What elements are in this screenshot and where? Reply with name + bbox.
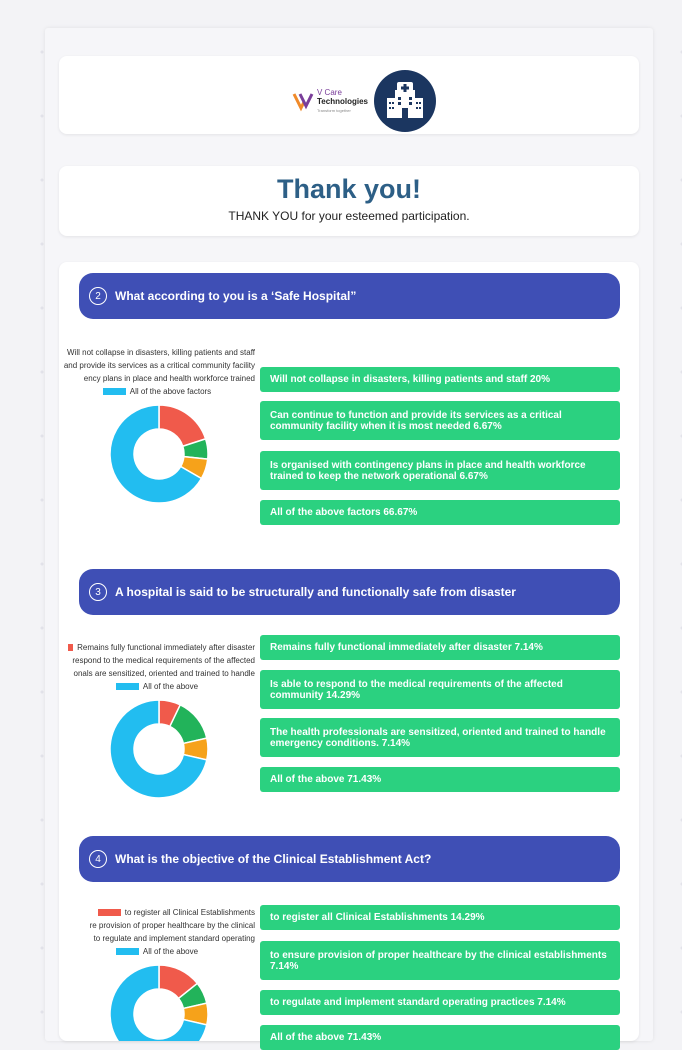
answer-option: Remains fully functional immediately aft… <box>260 635 620 660</box>
donut-chart <box>110 700 208 798</box>
chart-legend: Will not collapse in disasters, killing … <box>59 346 255 398</box>
legend-item: Remains fully functional immediately aft… <box>59 641 255 654</box>
legend-item: All of the above <box>59 945 255 958</box>
brand-line2: Technologies <box>317 96 368 106</box>
chart-legend: to register all Clinical Establishments … <box>59 906 255 958</box>
question-header: 2 What according to you is a ‘Safe Hospi… <box>79 273 620 319</box>
answer-option: All of the above 71.43% <box>260 1025 620 1050</box>
question-number: 4 <box>89 850 107 868</box>
legend-item: Will not collapse in disasters, killing … <box>67 348 255 357</box>
legend-item: respond to the medical requirements of t… <box>72 656 255 665</box>
legend-swatch <box>102 388 126 396</box>
legend-item: ency plans in place and health workforce… <box>83 374 255 383</box>
vcare-logo-icon <box>292 90 314 112</box>
brand-tagline: Transform together <box>317 107 351 113</box>
chart-legend: Remains fully functional immediately aft… <box>59 641 255 693</box>
legend-item: onals are sensitized, oriented and train… <box>73 669 255 678</box>
donut-slice <box>158 405 207 448</box>
answer-option: All of the above factors 66.67% <box>260 500 620 525</box>
legend-swatch <box>97 909 121 917</box>
question-number: 3 <box>89 583 107 601</box>
legend-item: and provide its services as a critical c… <box>63 361 255 370</box>
question-title: What is the objective of the Clinical Es… <box>115 852 432 866</box>
thank-you-title: Thank you! <box>276 174 421 204</box>
donut-chart <box>110 965 208 1041</box>
legend-swatch <box>115 948 139 956</box>
question-number: 2 <box>89 287 107 305</box>
legend-item: re provision of proper healthcare by the… <box>89 921 255 930</box>
answer-option: to register all Clinical Establishments … <box>260 905 620 930</box>
question-header: 4 What is the objective of the Clinical … <box>79 836 620 882</box>
question-title: What according to you is a ‘Safe Hospita… <box>115 289 357 303</box>
brand-logo: V Care Technologies Transform together <box>292 70 436 132</box>
answer-option: to regulate and implement standard opera… <box>260 990 620 1015</box>
brand-line1: V Care <box>317 87 342 97</box>
answer-option: Will not collapse in disasters, killing … <box>260 367 620 392</box>
legend-item: to register all Clinical Establishments <box>59 906 255 919</box>
legend-item: All of the above factors <box>59 385 255 398</box>
answer-option: All of the above 71.43% <box>260 767 620 792</box>
question-title: A hospital is said to be structurally an… <box>115 585 516 599</box>
hospital-icon <box>373 70 436 132</box>
logo-card: V Care Technologies Transform together <box>59 56 639 134</box>
answer-option: to ensure provision of proper healthcare… <box>260 941 620 980</box>
answer-option: The health professionals are sensitized,… <box>260 718 620 757</box>
thank-you-card: Thank you! THANK YOU for your esteemed p… <box>59 166 639 236</box>
results-page: V Care Technologies Transform together T… <box>45 28 653 1050</box>
thank-you-subtitle: THANK YOU for your esteemed participatio… <box>228 209 470 223</box>
answer-option: Is able to respond to the medical requir… <box>260 670 620 709</box>
question-header: 3 A hospital is said to be structurally … <box>79 569 620 615</box>
answer-option: Can continue to function and provide its… <box>260 401 620 440</box>
questions-card: 2 What according to you is a ‘Safe Hospi… <box>59 262 639 1050</box>
legend-swatch <box>115 683 139 691</box>
answer-option: Is organised with contingency plans in p… <box>260 451 620 490</box>
legend-item: to regulate and implement standard opera… <box>93 934 255 943</box>
legend-swatch <box>68 644 74 652</box>
legend-item: All of the above <box>59 680 255 693</box>
donut-chart <box>110 405 208 503</box>
